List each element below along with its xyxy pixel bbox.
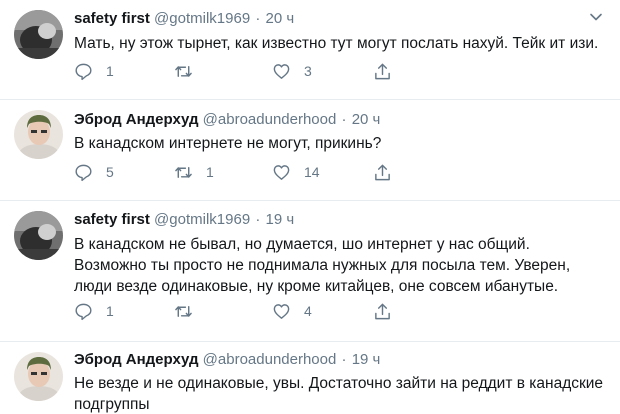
reply-button[interactable]: 1 [74,301,114,321]
retweet-button[interactable] [174,61,206,81]
author-name[interactable]: Эброд Андерхуд [74,351,199,368]
separator: · [255,211,261,228]
tweet-header: Эброд Андерхуд @abroadunderhood · 19 ч [74,350,380,370]
share-button[interactable] [373,61,392,81]
like-count: 3 [304,63,312,79]
author-handle[interactable]: @abroadunderhood [203,351,337,368]
reply-icon [75,164,92,181]
tweet-text: В канадском интернете не могут, прикинь? [74,135,382,152]
tweet-header: Эброд Андерхуд @abroadunderhood · 20 ч [74,110,380,130]
avatar[interactable] [14,352,63,401]
share-icon [375,303,390,319]
tweet-actions: 5 1 14 [74,162,554,182]
timestamp[interactable]: 20 ч [352,111,381,128]
reply-count: 5 [106,164,114,180]
avatar[interactable] [14,211,63,260]
avatar-image [14,352,63,401]
avatar[interactable] [14,110,63,159]
separator: · [255,10,261,27]
chevron-down-icon[interactable] [589,10,603,24]
retweet-icon [175,305,192,317]
tweet[interactable]: safety first @gotmilk1969 · 19 ч В канад… [0,201,620,342]
author-handle[interactable]: @abroadunderhood [203,111,337,128]
heart-icon [273,63,290,79]
author-name[interactable]: safety first [74,10,150,27]
tweet[interactable]: safety first @gotmilk1969 · 20 ч Мать, н… [0,0,620,100]
author-name[interactable]: Эброд Андерхуд [74,111,199,128]
like-button[interactable]: 14 [272,162,320,182]
tweet[interactable]: Эброд Андерхуд @abroadunderhood · 19 ч Н… [0,342,620,414]
avatar-image [14,211,63,260]
heart-icon [273,303,290,319]
avatar-image [14,110,63,159]
timestamp[interactable]: 19 ч [352,351,381,368]
tweet-text: Мать, ну этож тырнет, как известно тут м… [74,35,599,52]
like-count: 4 [304,303,312,319]
tweet-actions: 1 4 [74,301,554,321]
share-button[interactable] [373,162,392,182]
like-count: 14 [304,164,320,180]
tweet-header: safety first @gotmilk1969 · 20 ч [74,9,294,29]
author-handle[interactable]: @gotmilk1969 [154,10,250,27]
reply-count: 1 [106,63,114,79]
tweet-text: Не везде и не одинаковые, увы. Достаточн… [74,375,604,413]
reply-count: 1 [106,303,114,319]
share-button[interactable] [373,301,392,321]
timestamp[interactable]: 19 ч [266,211,295,228]
share-icon [375,63,390,79]
tweet-actions: 1 3 [74,61,554,81]
reply-icon [75,63,92,80]
like-button[interactable]: 3 [272,61,312,81]
reply-button[interactable]: 5 [74,162,114,182]
tweet-header: safety first @gotmilk1969 · 19 ч [74,210,294,230]
reply-button[interactable]: 1 [74,61,114,81]
tweet[interactable]: Эброд Андерхуд @abroadunderhood · 20 ч В… [0,100,620,201]
retweet-icon [175,166,192,178]
separator: · [341,111,347,128]
avatar[interactable] [14,10,63,59]
timestamp[interactable]: 20 ч [266,10,295,27]
tweet-text: В канадском не бывал, но думается, шо ин… [74,236,571,295]
retweet-count: 1 [206,164,214,180]
avatar-image [14,10,63,59]
share-icon [375,164,390,180]
retweet-button[interactable]: 1 [174,162,214,182]
author-handle[interactable]: @gotmilk1969 [154,211,250,228]
retweet-button[interactable] [174,301,206,321]
author-name[interactable]: safety first [74,211,150,228]
reply-icon [75,303,92,320]
retweet-icon [175,65,192,77]
like-button[interactable]: 4 [272,301,312,321]
separator: · [341,351,347,368]
heart-icon [273,164,290,180]
